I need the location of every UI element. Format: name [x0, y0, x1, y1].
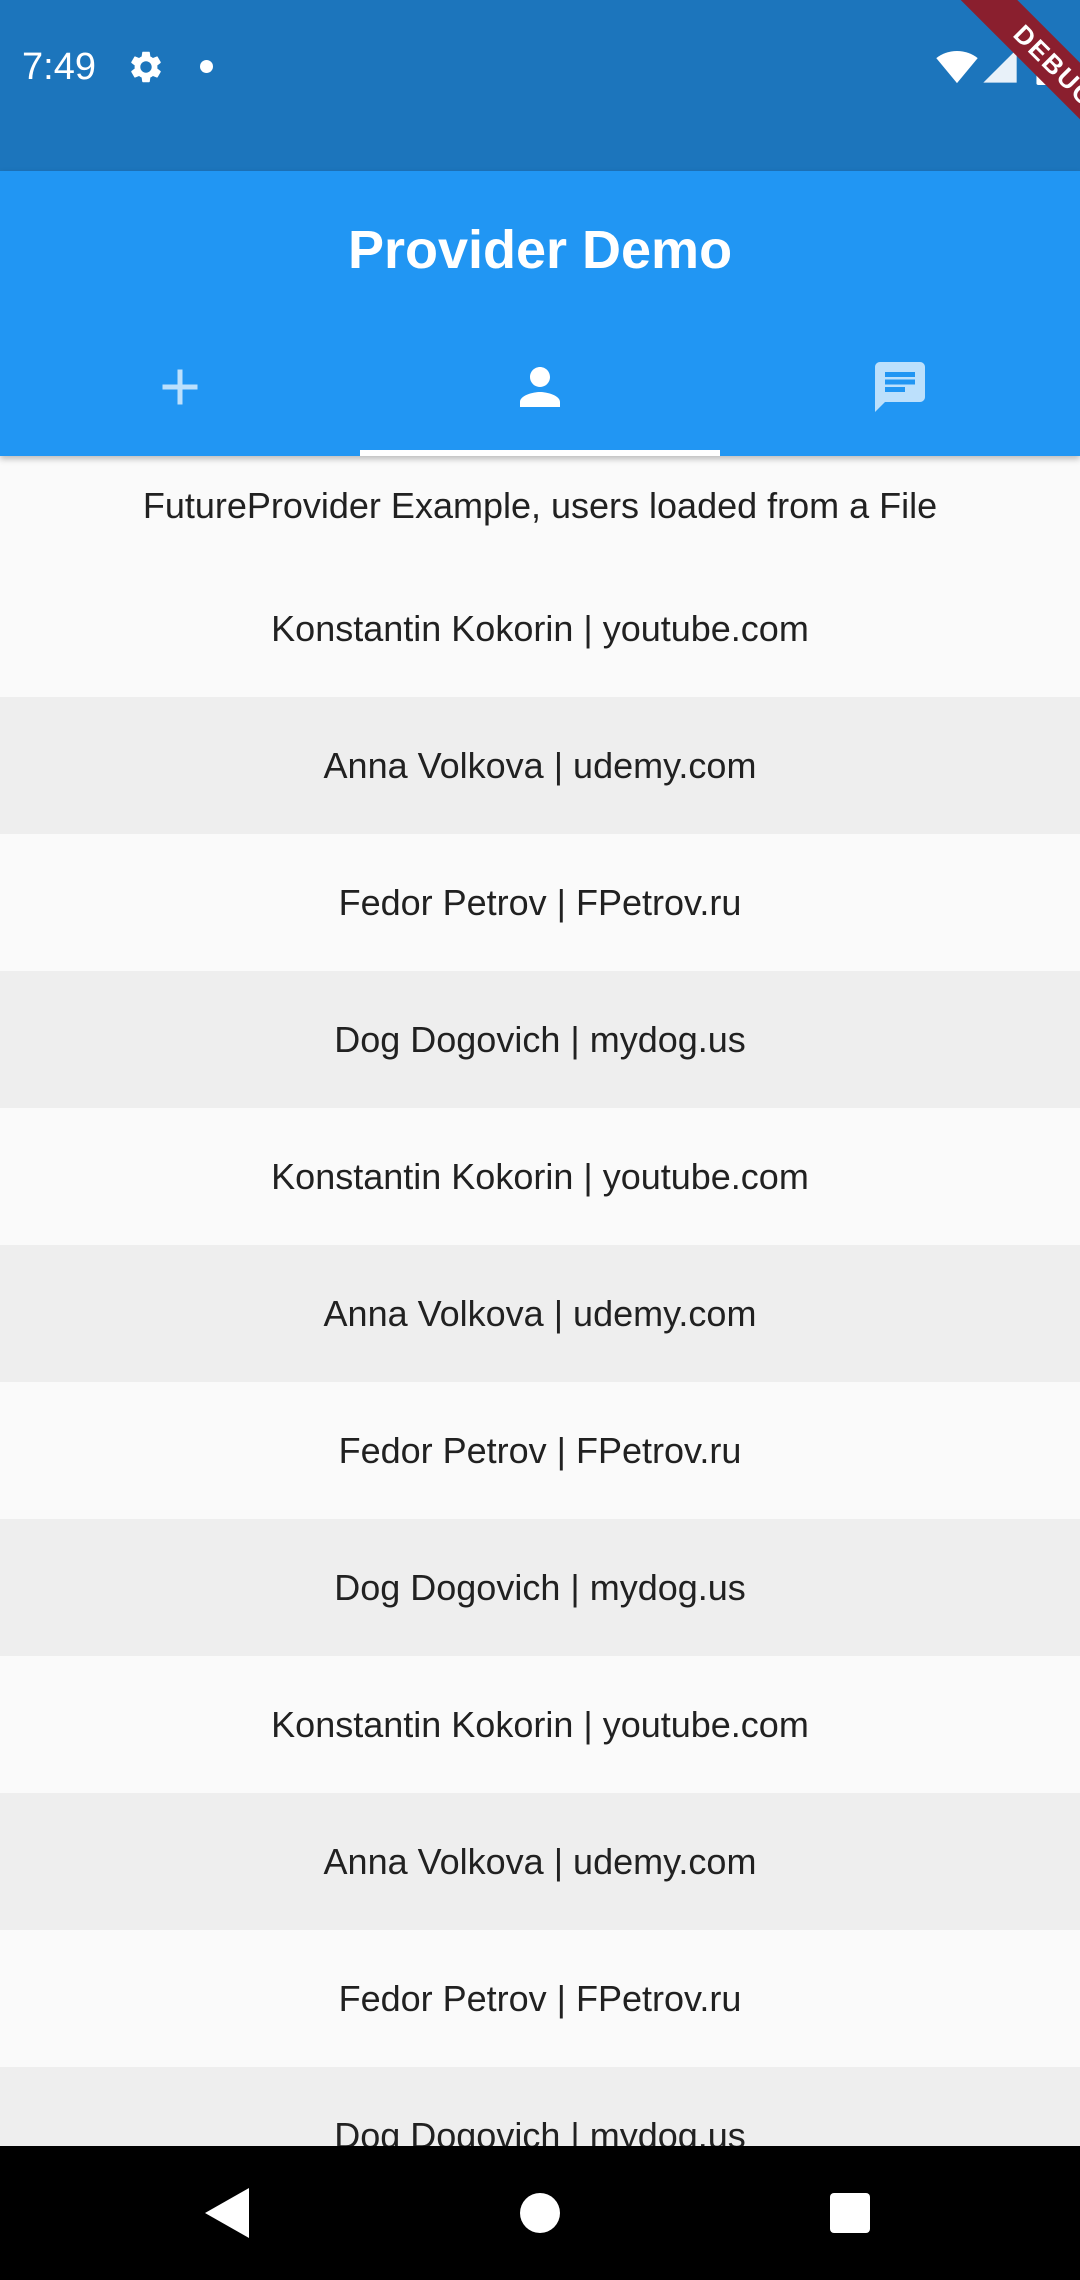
user-list: Konstantin Kokorin | youtube.com Anna Vo…	[0, 560, 1080, 2146]
system-nav-bar	[0, 2146, 1080, 2280]
list-item[interactable]: Dog Dogovich | mydog.us	[0, 2067, 1080, 2146]
list-item[interactable]: Konstantin Kokorin | youtube.com	[0, 1656, 1080, 1793]
list-item[interactable]: Fedor Petrov | FPetrov.ru	[0, 1382, 1080, 1519]
list-header: FutureProvider Example, users loaded fro…	[142, 485, 938, 526]
battery-icon	[1036, 40, 1058, 86]
home-icon[interactable]	[520, 2193, 560, 2233]
app-title: Provider Demo	[347, 220, 733, 280]
signal-icon	[983, 49, 1017, 83]
list-item[interactable]: Dog Dogovich | mydog.us	[0, 971, 1080, 1108]
tab-messages-label: Messages	[720, 313, 721, 314]
add-icon	[162, 369, 198, 405]
gear-icon	[131, 51, 161, 83]
list-item[interactable]: Anna Volkova | udemy.com	[0, 1793, 1080, 1930]
recents-icon[interactable]	[830, 2193, 870, 2233]
tab-users[interactable]: Users	[360, 313, 720, 456]
message-icon	[875, 362, 925, 412]
tab-messages[interactable]: Messages	[720, 313, 1080, 456]
list-item[interactable]: Dog Dogovich | mydog.us	[0, 1519, 1080, 1656]
app-bar: Provider Demo Add Users Messages	[0, 171, 1080, 456]
list-item[interactable]: Konstantin Kokorin | youtube.com	[0, 560, 1080, 697]
back-icon[interactable]	[205, 2188, 249, 2238]
list-item[interactable]: Fedor Petrov | FPetrov.ru	[0, 834, 1080, 971]
list-item[interactable]: Anna Volkova | udemy.com	[0, 697, 1080, 834]
list-item[interactable]: Konstantin Kokorin | youtube.com	[0, 1108, 1080, 1245]
tab-users-label: Users	[360, 313, 361, 314]
list-item[interactable]: Anna Volkova | udemy.com	[0, 1245, 1080, 1382]
person-icon	[520, 367, 560, 407]
wifi-icon	[936, 51, 978, 84]
tab-bar: Add Users Messages	[0, 313, 1080, 456]
tab-add[interactable]: Add	[0, 313, 360, 456]
list-item[interactable]: Fedor Petrov | FPetrov.ru	[0, 1930, 1080, 2067]
user-list-view[interactable]: FutureProvider Example, users loaded fro…	[0, 456, 1080, 2146]
notification-dot-icon	[200, 60, 213, 73]
status-time: 7:49	[22, 46, 96, 88]
tab-add-label: Add	[0, 313, 1, 314]
status-bar: 7:49	[0, 0, 1080, 171]
